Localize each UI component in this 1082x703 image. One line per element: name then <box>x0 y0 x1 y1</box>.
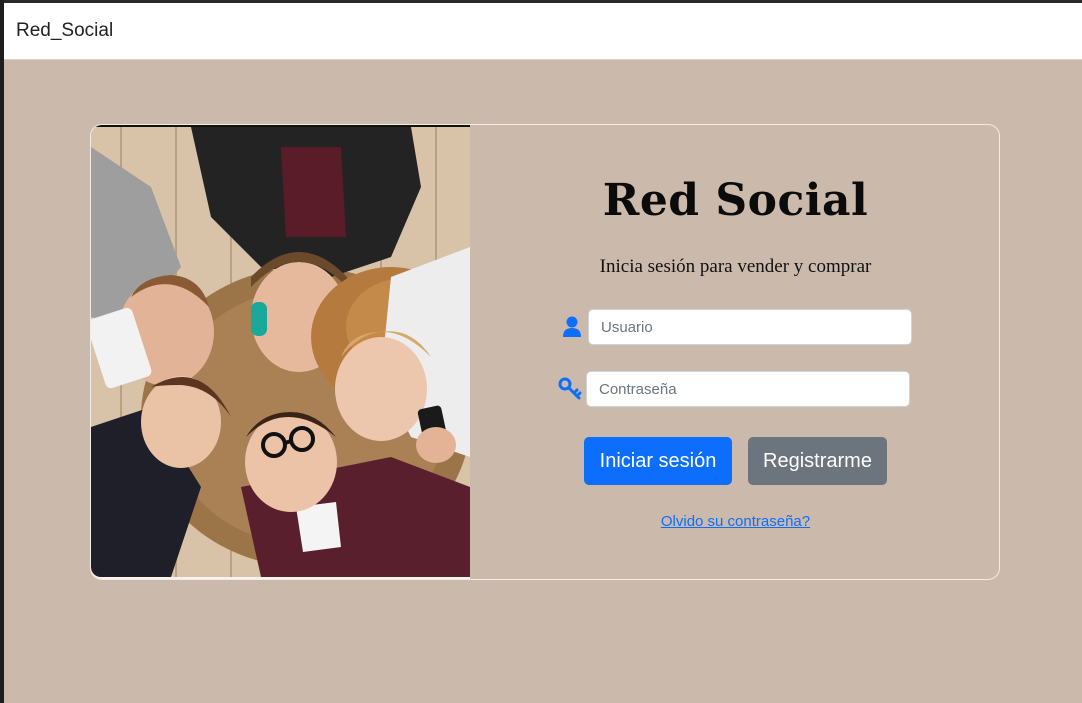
login-button[interactable]: Iniciar sesión <box>584 437 732 485</box>
username-row <box>560 309 912 345</box>
forgot-password-container: Olvido su contraseña? <box>470 513 999 530</box>
group-photo <box>91 125 470 577</box>
login-card: Red Social Inicia sesión para vender y c… <box>90 124 1000 580</box>
login-subtitle: Inicia sesión para vender y comprar <box>599 256 872 277</box>
key-icon <box>558 377 582 401</box>
brand-title: Red Social <box>602 175 869 226</box>
password-input[interactable] <box>586 371 910 407</box>
title-bar: Red_Social <box>4 3 1082 60</box>
password-row <box>558 371 910 407</box>
group-photo-illustration <box>91 127 470 577</box>
login-form: Red Social Inicia sesión para vender y c… <box>470 125 999 579</box>
window-title: Red_Social <box>16 20 114 41</box>
forgot-password-link[interactable]: Olvido su contraseña? <box>661 513 810 530</box>
app-window: Red_Social Red Social Inicia sesión para… <box>4 3 1082 703</box>
register-button[interactable]: Registrarme <box>748 437 887 485</box>
username-input[interactable] <box>588 309 912 345</box>
user-icon <box>560 315 584 339</box>
